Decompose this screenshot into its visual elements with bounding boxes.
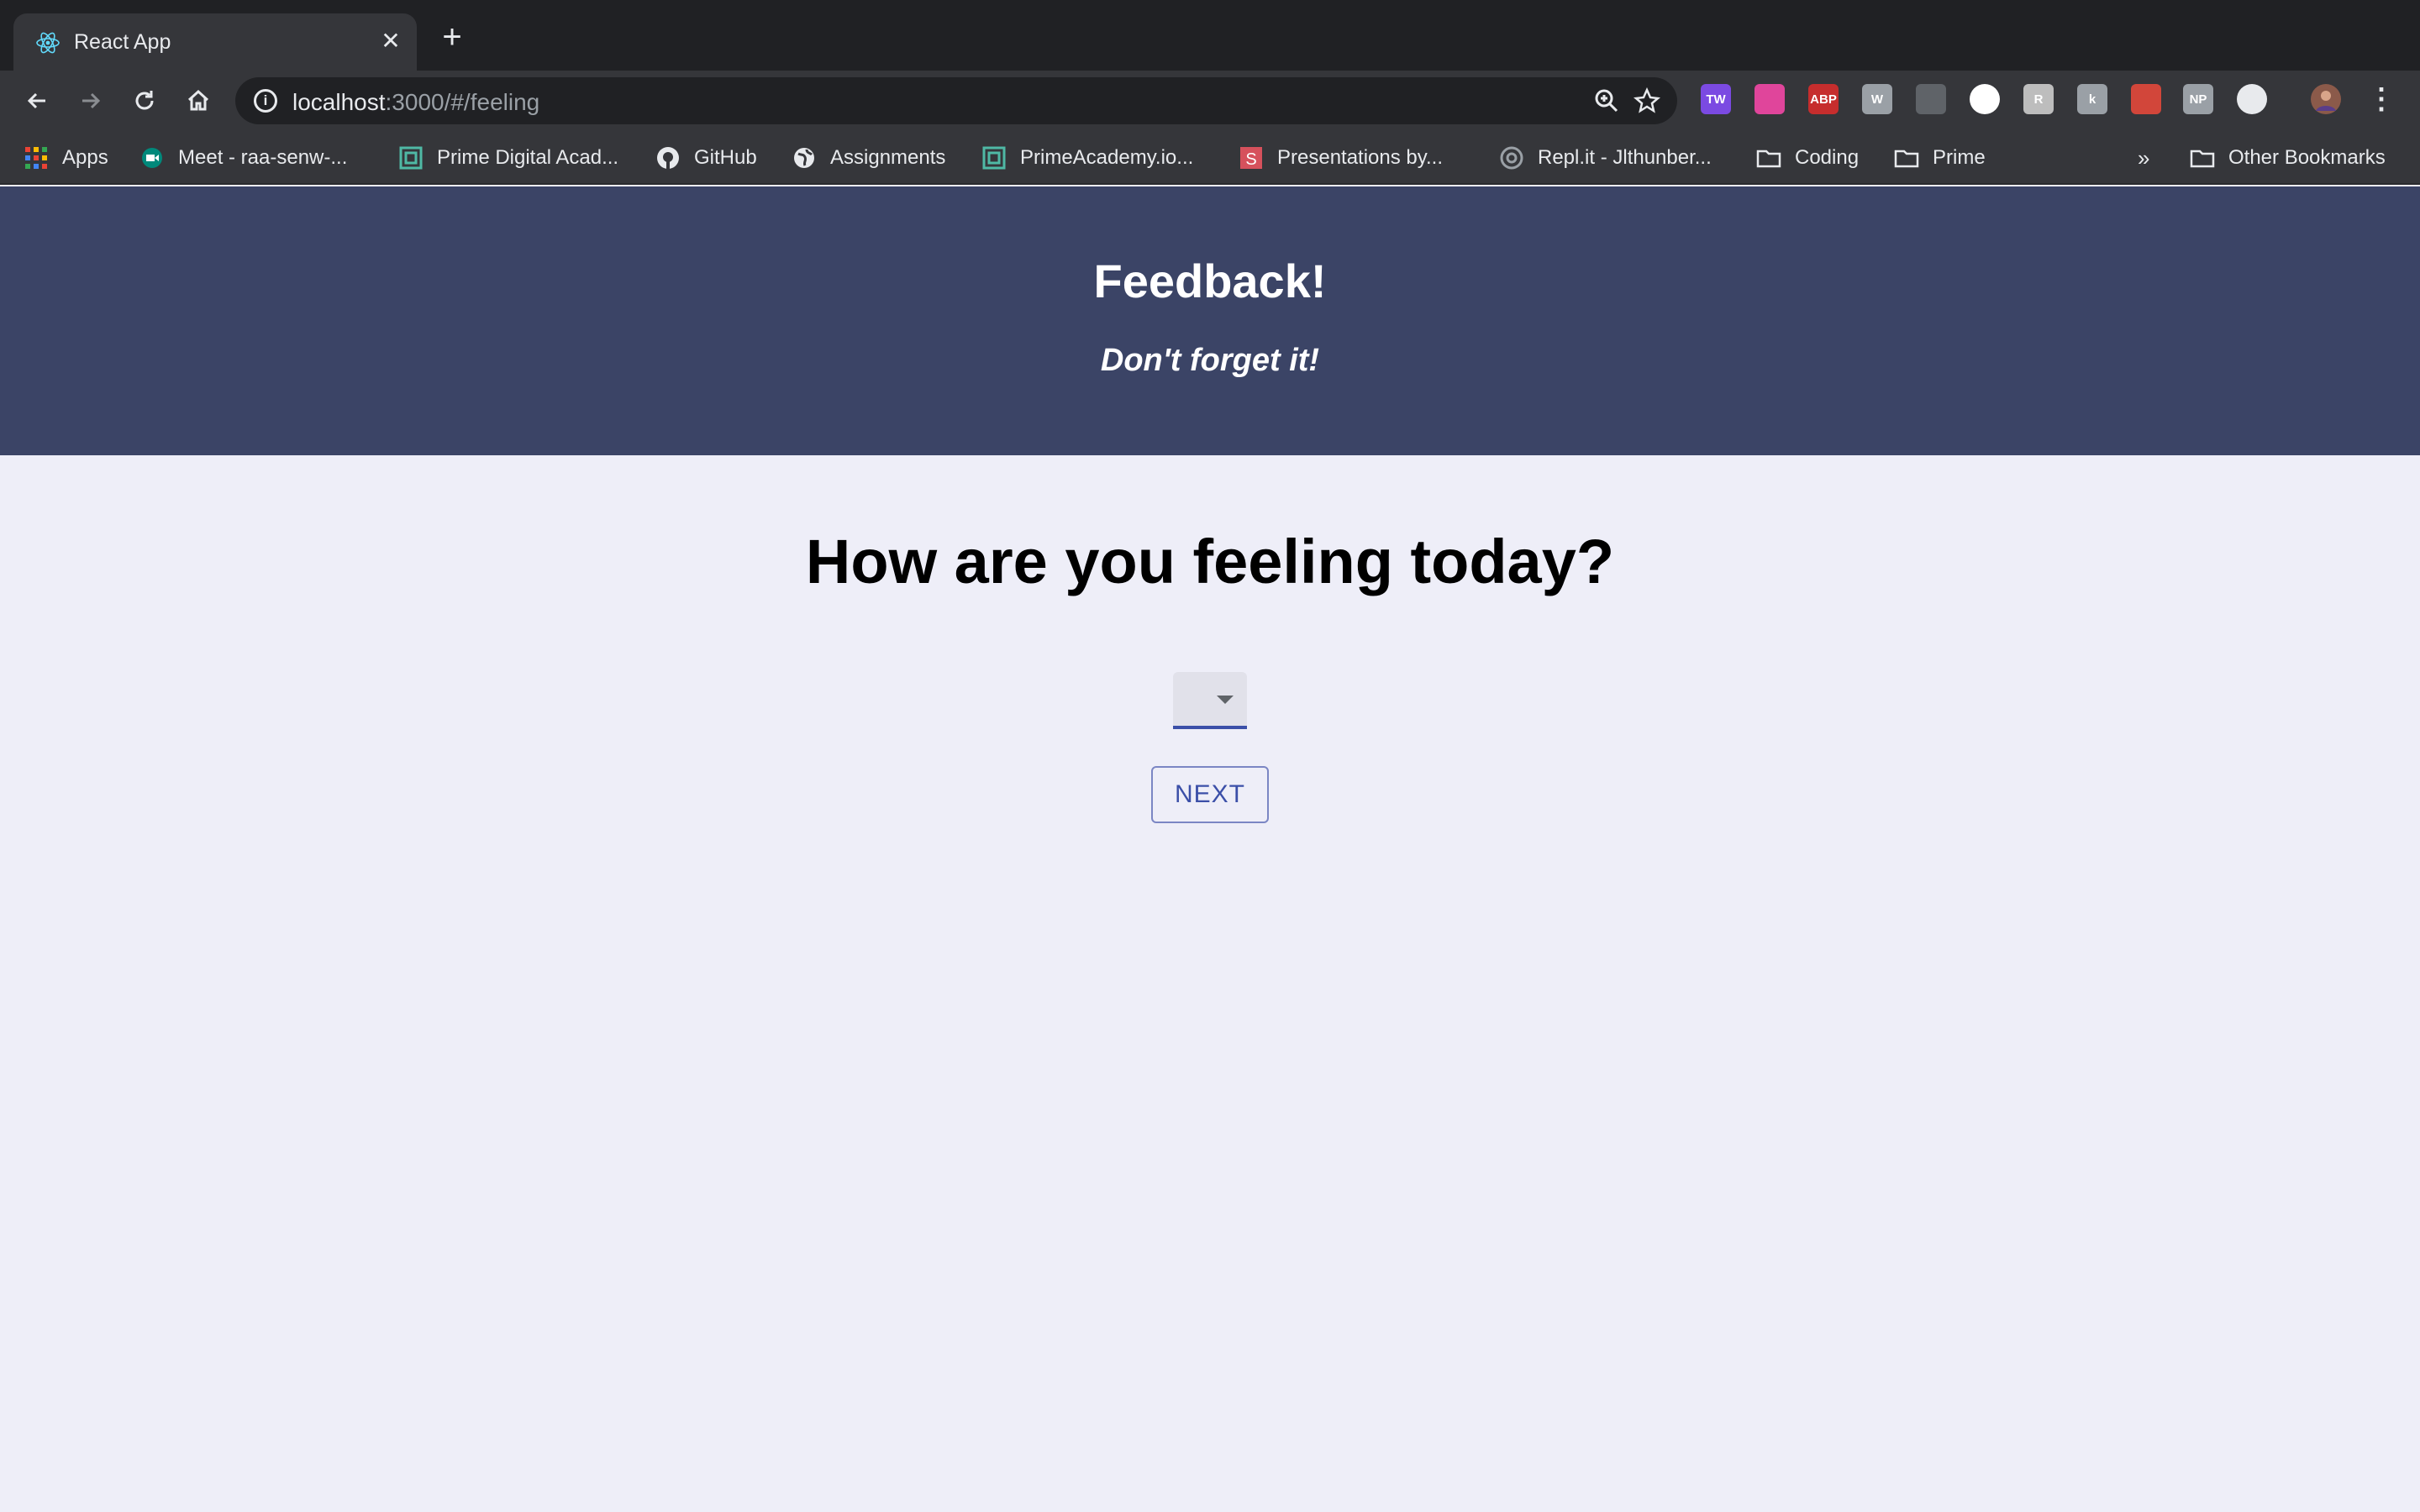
extension-label: R [2033,92,2044,107]
github-icon [655,145,681,171]
extension-icon[interactable] [1970,84,2000,114]
folder-icon [1894,145,1919,171]
bookmarks-overflow-button[interactable]: » [2138,144,2149,171]
info-icon[interactable]: i [254,89,277,113]
bookmark-meet[interactable]: Meet - raa-senw-... [139,144,347,171]
new-tab-icon[interactable]: + [435,20,469,55]
profile-avatar[interactable] [2311,84,2341,114]
extension-label: TW [1706,92,1726,107]
extension-icon[interactable]: W [1862,84,1892,114]
bookmark-label: Presentations by... [1277,146,1443,169]
prime-icon [398,145,424,171]
bookmark-replit[interactable]: Repl.it - Jlthunber... [1499,144,1712,171]
bookmark-assignments[interactable]: Assignments [792,144,945,171]
bookmark-folder-prime[interactable]: Prime [1894,144,1986,171]
globe-icon [792,145,817,171]
browser-tab[interactable]: React App ✕ [13,13,417,71]
bookmark-prime-digital[interactable]: Prime Digital Acad... [398,144,618,171]
extension-icon[interactable] [1754,84,1785,114]
bookmark-label: Prime [1933,146,1986,169]
bookmark-star-icon[interactable] [1634,87,1660,114]
bookmark-github[interactable]: GitHub [655,144,757,171]
menu-dots-icon[interactable]: ⋮ [2367,83,2396,115]
extension-label: ABP [1810,92,1837,107]
extension-label: W [1870,92,1884,107]
app-header: Feedback! Don't forget it! [0,186,2420,455]
extension-icon[interactable]: k [2077,84,2107,114]
react-icon [35,30,60,55]
bookmark-label: Coding [1795,146,1860,169]
bookmark-apps[interactable]: Apps [24,144,108,171]
extension-icon[interactable]: R [2023,84,2054,114]
tab-title: React App [74,30,171,54]
bookmark-label: Other Bookmarks [2228,146,2386,169]
other-bookmarks-folder[interactable]: Other Bookmarks [2190,144,2386,171]
folder-icon [1756,145,1781,171]
bookmark-folder-coding[interactable]: Coding [1756,144,1859,171]
meet-icon [139,145,165,171]
slides-icon: S [1239,145,1264,171]
tab-strip: React App ✕ + [0,0,2420,71]
prime-icon [981,145,1007,171]
next-button[interactable]: NEXT [1151,766,1269,823]
feeling-select[interactable] [1173,672,1247,729]
bookmark-label: GitHub [694,146,757,169]
app-title: Feedback! [1093,255,1327,307]
back-arrow-icon[interactable] [18,82,55,119]
bookmark-label: Assignments [830,146,946,169]
feeling-question: How are you feeling today? [805,527,1615,596]
extension-icon[interactable] [1916,84,1946,114]
browser-toolbar: i localhost:3000/#/feeling [0,71,2420,131]
dropdown-arrow-icon [1217,696,1234,704]
url-text: localhost:3000/#/feeling [292,89,540,115]
address-bar[interactable]: i localhost:3000/#/feeling [235,77,1677,124]
close-tab-icon[interactable]: ✕ [376,27,405,55]
bookmark-label: Prime Digital Acad... [437,146,619,169]
bookmark-presentations[interactable]: S Presentations by... [1239,144,1443,171]
bookmark-label: Meet - raa-senw-... [178,146,348,169]
replit-icon [1499,145,1524,171]
app-subtitle: Don't forget it! [1100,343,1320,378]
forward-arrow-icon[interactable] [72,82,109,119]
zoom-icon[interactable] [1593,87,1620,114]
extension-label: NP [2189,92,2207,107]
extension-icon[interactable]: TW [1701,84,1731,114]
apps-grid-icon [24,145,49,171]
extension-icon[interactable] [2237,84,2267,114]
bookmark-primeacademy[interactable]: PrimeAcademy.io... [981,144,1193,171]
extension-icon[interactable] [2131,84,2161,114]
folder-icon [2190,145,2215,171]
bookmarks-bar: Apps Meet - raa-senw-... Prime Digital A… [0,131,2420,185]
reload-icon[interactable] [126,82,163,119]
svg-text:S: S [1245,150,1256,169]
bookmark-label: Repl.it - Jlthunber... [1538,146,1712,169]
extension-icon[interactable]: ABP [1808,84,1839,114]
extension-icon[interactable]: NP [2183,84,2213,114]
bookmark-label: Apps [62,146,108,169]
home-icon[interactable] [180,82,217,119]
bookmark-label: PrimeAcademy.io... [1020,146,1194,169]
extension-label: k [2088,92,2096,107]
